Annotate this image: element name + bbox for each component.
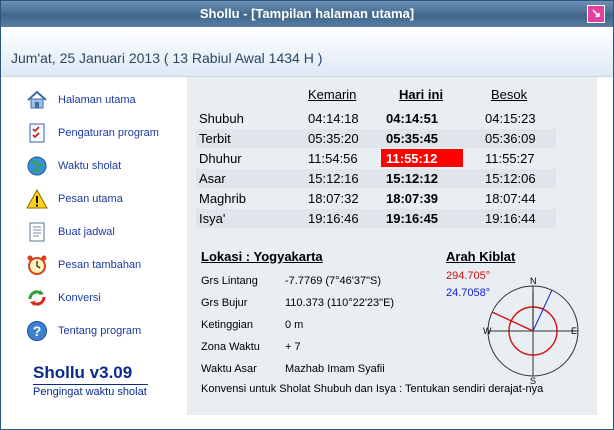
checklist-icon [26, 122, 48, 144]
compass-north-label: N [530, 276, 537, 286]
time-today: 05:35:45 [386, 131, 439, 146]
sidebar-item-label: Pengaturan program [58, 127, 159, 139]
time-yesterday: 05:35:20 [308, 131, 359, 146]
alarm-clock-icon [26, 254, 48, 276]
table-row: Maghrib 18:07:32 18:07:39 18:07:44 [196, 189, 556, 208]
main-panel: Kemarin Hari ini Besok Shubuh 04:14:18 0… [187, 77, 597, 415]
home-icon [26, 89, 48, 111]
qibla-compass: N S E W [483, 276, 579, 385]
time-yesterday: 15:12:16 [308, 171, 359, 186]
date-bar: Jum'at, 25 Januari 2013 ( 13 Rabiul Awal… [1, 28, 613, 77]
svg-text:?: ? [33, 323, 42, 339]
time-today: 11:55:12 [386, 151, 438, 166]
table-row: Isya' 19:16:46 19:16:45 19:16:44 [196, 209, 556, 228]
prayer-name: Maghrib [199, 191, 246, 206]
sidebar-item-label: Halaman utama [58, 94, 136, 106]
compass-south-label: S [530, 376, 536, 385]
asar-method-value: Mazhab Imam Syafii [285, 363, 385, 375]
close-button[interactable]: ↘ [587, 5, 605, 23]
table-row: Shubuh 04:14:18 04:14:51 04:15:23 [196, 109, 556, 128]
asar-method-label: Waktu Asar [201, 363, 257, 375]
convert-arrows-icon [26, 287, 48, 309]
bottom-border [1, 415, 613, 429]
time-tomorrow: 11:55:27 [485, 151, 535, 166]
sidebar-item-label: Tentang program [58, 325, 142, 337]
elevation-value: 0 m [285, 319, 304, 331]
time-tomorrow: 19:16:44 [485, 211, 536, 226]
prayer-name: Shubuh [199, 111, 244, 126]
sidebar-item-pesan-utama[interactable]: Pesan utama [26, 187, 123, 211]
qibla-blue-line [532, 289, 553, 332]
time-today: 19:16:45 [386, 211, 439, 226]
table-row: Asar 15:12:16 15:12:12 15:12:06 [196, 169, 556, 188]
latitude-label: Grs Lintang [201, 275, 258, 287]
longitude-value: 110.373 (110°22'23"E) [285, 297, 395, 309]
sidebar-item-halaman-utama[interactable]: Halaman utama [26, 88, 136, 112]
location-title: Lokasi : Yogyakarta [201, 249, 323, 264]
help-icon: ? [26, 320, 48, 342]
time-yesterday: 18:07:32 [308, 191, 359, 206]
sidebar-item-label: Pesan tambahan [58, 259, 142, 271]
compass-west-label: W [483, 326, 492, 336]
brand-block: Shollu v3.09 Pengingat waktu sholat [33, 363, 148, 398]
prayer-name: Isya' [199, 211, 226, 226]
qibla-direction-line [491, 311, 534, 332]
right-border [597, 77, 613, 415]
table-row: Terbit 05:35:20 05:35:45 05:36:09 [196, 129, 556, 148]
elevation-label: Ketinggian [201, 319, 253, 331]
sidebar-item-tentang-program[interactable]: ? Tentang program [26, 319, 141, 343]
prayer-name: Asar [199, 171, 226, 186]
column-header-tomorrow: Besok [491, 87, 528, 102]
app-window: Shollu - [Tampilan halaman utama] ↘ Jum'… [0, 0, 614, 430]
qibla-title: Arah Kiblat [446, 249, 516, 264]
window-title: Shollu - [Tampilan halaman utama] [199, 6, 415, 21]
time-today: 04:14:51 [386, 111, 439, 126]
time-yesterday: 11:54:56 [308, 151, 358, 166]
time-today: 18:07:39 [386, 191, 439, 206]
current-date: Jum'at, 25 Januari 2013 ( 13 Rabiul Awal… [11, 50, 323, 66]
timezone-label: Zona Waktu [201, 341, 260, 353]
timezone-value: + 7 [285, 341, 301, 353]
time-today: 15:12:12 [386, 171, 439, 186]
time-yesterday: 19:16:46 [308, 211, 359, 226]
sidebar-item-pesan-tambahan[interactable]: Pesan tambahan [26, 253, 141, 277]
longitude-label: Grs Bujur [201, 297, 248, 309]
sidebar-item-label: Konversi [58, 292, 101, 304]
prayer-name: Terbit [199, 131, 231, 146]
compass-east-label: E [571, 326, 577, 336]
sidebar-item-label: Pesan utama [58, 193, 123, 205]
title-bar: Shollu - [Tampilan halaman utama] ↘ [1, 1, 613, 27]
prayer-name: Dhuhur [199, 151, 242, 166]
app-version: Shollu v3.09 [33, 363, 148, 385]
time-tomorrow: 18:07:44 [485, 191, 536, 206]
time-tomorrow: 15:12:06 [485, 171, 536, 186]
sidebar-item-waktu-sholat[interactable]: Waktu sholat [26, 154, 121, 178]
sidebar-item-label: Waktu sholat [58, 160, 122, 172]
time-tomorrow: 05:36:09 [485, 131, 536, 146]
globe-icon [26, 155, 48, 177]
document-icon [26, 221, 48, 243]
time-tomorrow: 04:15:23 [485, 111, 536, 126]
latitude-value: -7.7769 (7°46'37"S) [285, 275, 382, 287]
sidebar-item-konversi[interactable]: Konversi [26, 286, 101, 310]
table-row: Dhuhur 11:54:56 11:55:12 11:55:27 [196, 149, 556, 168]
warning-icon [26, 188, 48, 210]
column-header-yesterday: Kemarin [308, 87, 357, 102]
column-header-today: Hari ini [399, 87, 444, 102]
sidebar-item-buat-jadwal[interactable]: Buat jadwal [26, 220, 115, 244]
sidebar-item-pengaturan-program[interactable]: Pengaturan program [26, 121, 159, 145]
time-yesterday: 04:14:18 [308, 111, 359, 126]
close-icon: ↘ [590, 6, 602, 20]
app-tagline: Pengingat waktu sholat [33, 386, 147, 398]
sidebar-item-label: Buat jadwal [58, 226, 115, 238]
